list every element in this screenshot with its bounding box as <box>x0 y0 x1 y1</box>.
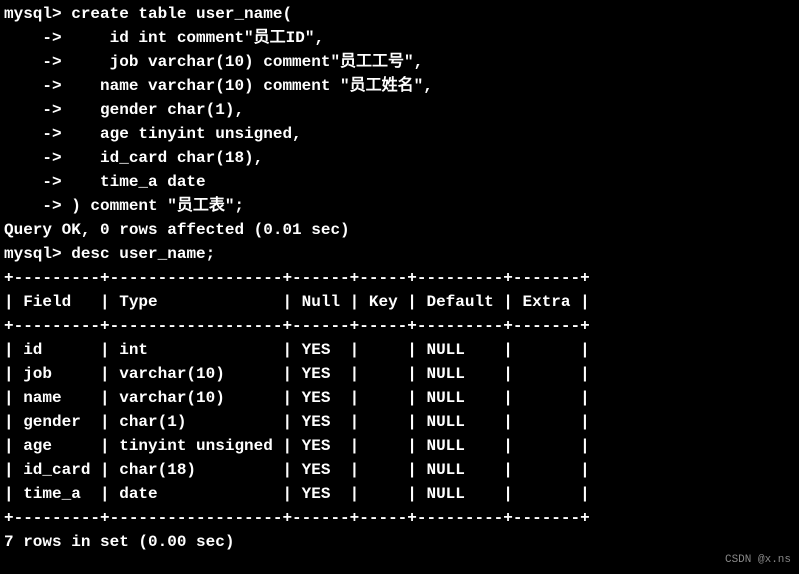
mysql-prompt: mysql> <box>4 5 71 23</box>
desc-command-line: mysql> desc user_name; <box>4 242 795 266</box>
create-table-line-5: -> age tinyint unsigned, <box>4 122 795 146</box>
create-table-line-2: -> job varchar(10) comment"员工工号", <box>4 50 795 74</box>
create-table-line-8: -> ) comment "员工表"; <box>4 194 795 218</box>
query-ok-line: Query OK, 0 rows affected (0.01 sec) <box>4 218 795 242</box>
create-table-line-6: -> id_card char(18), <box>4 146 795 170</box>
table-row: | job | varchar(10) | YES | | NULL | | <box>4 362 795 386</box>
table-row: | time_a | date | YES | | NULL | | <box>4 482 795 506</box>
table-row: | id_card | char(18) | YES | | NULL | | <box>4 458 795 482</box>
create-table-line-3: -> name varchar(10) comment "员工姓名", <box>4 74 795 98</box>
table-row: | id | int | YES | | NULL | | <box>4 338 795 362</box>
table-border-bottom: +---------+------------------+------+---… <box>4 506 795 530</box>
create-table-line-7: -> time_a date <box>4 170 795 194</box>
table-row: | gender | char(1) | YES | | NULL | | <box>4 410 795 434</box>
table-border-mid: +---------+------------------+------+---… <box>4 314 795 338</box>
create-table-line-1: -> id int comment"员工ID", <box>4 26 795 50</box>
create-table-line-4: -> gender char(1), <box>4 98 795 122</box>
table-row: | name | varchar(10) | YES | | NULL | | <box>4 386 795 410</box>
table-row: | age | tinyint unsigned | YES | | NULL … <box>4 434 795 458</box>
watermark: CSDN @x.ns <box>725 552 791 569</box>
table-header: | Field | Type | Null | Key | Default | … <box>4 290 795 314</box>
terminal-output: mysql> create table user_name( -> id int… <box>4 2 795 554</box>
mysql-prompt: mysql> <box>4 245 71 263</box>
create-table-line-0: mysql> create table user_name( <box>4 2 795 26</box>
table-border-top: +---------+------------------+------+---… <box>4 266 795 290</box>
rows-in-set-line: 7 rows in set (0.00 sec) <box>4 530 795 554</box>
